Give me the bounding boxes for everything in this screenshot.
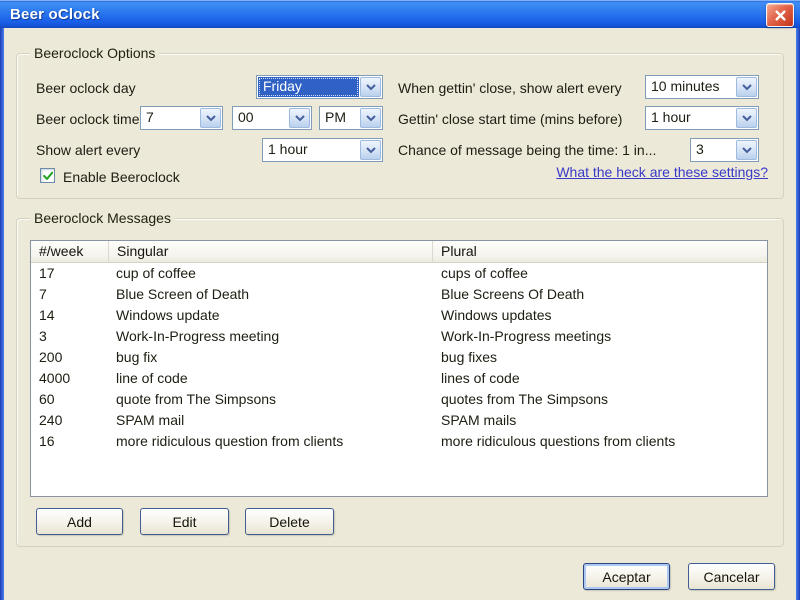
close-button[interactable] — [766, 3, 794, 27]
chevron-down-icon — [741, 83, 752, 90]
cell-singular: quote from The Simpsons — [116, 391, 277, 407]
gettin-close-start-combo-button[interactable] — [736, 108, 757, 128]
enable-beeroclock-label[interactable]: Enable Beeroclock — [63, 169, 180, 185]
show-alert-value: 1 hour — [268, 141, 308, 157]
add-button[interactable]: Add — [36, 508, 123, 535]
cell-singular: more ridiculous question from clients — [116, 433, 344, 449]
time-ampm-combo[interactable]: PM — [319, 106, 383, 130]
gettin-close-start-combo[interactable]: 1 hour — [645, 106, 759, 130]
cell-plural: SPAM mails — [441, 412, 517, 428]
list-header: #/week Singular Plural — [31, 241, 767, 263]
time-ampm-combo-button[interactable] — [360, 108, 381, 128]
window-border-left — [0, 28, 4, 600]
table-row[interactable]: 4000 line of code lines of code — [31, 368, 767, 389]
cell-plural: Windows updates — [441, 307, 552, 323]
gettin-close-alert-combo[interactable]: 10 minutes — [645, 75, 759, 99]
edit-button[interactable]: Edit — [140, 508, 229, 535]
cell-plural: more ridiculous questions from clients — [441, 433, 676, 449]
time-ampm-value: PM — [325, 109, 346, 125]
cell-per-week: 240 — [39, 412, 63, 428]
cell-per-week: 200 — [39, 349, 63, 365]
time-minute-combo[interactable]: 00 — [232, 106, 312, 130]
chevron-down-icon — [205, 114, 216, 121]
gettin-close-alert-combo-button[interactable] — [736, 77, 757, 97]
time-minute-value: 00 — [238, 109, 254, 125]
time-hour-combo[interactable]: 7 — [140, 106, 223, 130]
table-row[interactable]: 14 Windows update Windows updates — [31, 305, 767, 326]
window-title: Beer oClock — [10, 5, 100, 23]
ok-button[interactable]: Aceptar — [583, 563, 670, 590]
cell-singular: cup of coffee — [116, 265, 196, 281]
cell-per-week: 7 — [39, 286, 47, 302]
table-row[interactable]: 200 bug fix bug fixes — [31, 347, 767, 368]
chance-value: 3 — [696, 141, 704, 157]
cell-plural: quotes from The Simpsons — [441, 391, 609, 407]
cell-singular: Blue Screen of Death — [116, 286, 250, 302]
window-border-right — [796, 28, 800, 600]
day-label: Beer oclock day — [36, 80, 136, 96]
chevron-down-icon — [365, 114, 376, 121]
messages-legend: Beeroclock Messages — [30, 210, 175, 226]
chance-combo[interactable]: 3 — [690, 138, 759, 162]
cell-per-week: 17 — [39, 265, 55, 281]
chevron-down-icon — [741, 146, 752, 153]
show-alert-label: Show alert every — [36, 142, 141, 158]
gettin-close-alert-value: 10 minutes — [651, 78, 720, 94]
titlebar[interactable]: Beer oClock — [0, 0, 800, 28]
checkmark-icon — [42, 171, 53, 180]
settings-help-link[interactable]: What the heck are these settings? — [556, 164, 768, 180]
cancel-button[interactable]: Cancelar — [688, 563, 775, 590]
column-header-per-week[interactable]: #/week — [31, 241, 109, 262]
cell-plural: bug fixes — [441, 349, 498, 365]
time-hour-value: 7 — [146, 109, 154, 125]
cell-per-week: 16 — [39, 433, 55, 449]
beer-oclock-window: Beer oClock Beeroclock Options Beer oclo… — [0, 0, 800, 600]
cell-singular: SPAM mail — [116, 412, 185, 428]
delete-button[interactable]: Delete — [245, 508, 334, 535]
time-hour-combo-button[interactable] — [200, 108, 221, 128]
cell-per-week: 4000 — [39, 370, 71, 386]
day-combo[interactable]: Friday — [256, 75, 383, 99]
table-row[interactable]: 240 SPAM mail SPAM mails — [31, 410, 767, 431]
cell-per-week: 3 — [39, 328, 47, 344]
cell-per-week: 60 — [39, 391, 55, 407]
show-alert-combo[interactable]: 1 hour — [262, 138, 383, 162]
gettin-close-alert-label: When gettin' close, show alert every — [398, 80, 622, 96]
column-header-singular[interactable]: Singular — [109, 241, 433, 262]
cell-singular: line of code — [116, 370, 188, 386]
table-row[interactable]: 16 more ridiculous question from clients m… — [31, 431, 767, 452]
close-icon — [774, 9, 786, 21]
day-combo-button[interactable] — [360, 77, 381, 97]
enable-beeroclock-checkbox[interactable] — [40, 168, 55, 183]
chevron-down-icon — [741, 114, 752, 121]
gettin-close-start-value: 1 hour — [651, 109, 691, 125]
options-legend: Beeroclock Options — [30, 45, 160, 61]
cell-singular: Work-In-Progress meeting — [116, 328, 280, 344]
table-row[interactable]: 7 Blue Screen of Death Blue Screens Of Dea… — [31, 284, 767, 305]
messages-list[interactable]: #/week Singular Plural 17 cup of coffee cu… — [30, 240, 768, 497]
cell-singular: bug fix — [116, 349, 158, 365]
cell-plural: Blue Screens Of Death — [441, 286, 585, 302]
cell-per-week: 14 — [39, 307, 55, 323]
cell-plural: Work-In-Progress meetings — [441, 328, 612, 344]
table-row[interactable]: 60 quote from The Simpsons quotes from The… — [31, 389, 767, 410]
chevron-down-icon — [294, 114, 305, 121]
chance-label: Chance of message being the time: 1 in..… — [398, 142, 657, 158]
cell-singular: Windows update — [116, 307, 220, 323]
chance-combo-button[interactable] — [736, 140, 757, 160]
table-row[interactable]: 17 cup of coffee cups of coffee — [31, 263, 767, 284]
day-combo-value: Friday — [258, 77, 359, 97]
show-alert-combo-button[interactable] — [360, 140, 381, 160]
chevron-down-icon — [365, 83, 376, 90]
list-body[interactable]: 17 cup of coffee cups of coffee 7 Blue Scree… — [31, 263, 767, 452]
time-label: Beer oclock time — [36, 111, 140, 127]
column-header-plural[interactable]: Plural — [433, 241, 767, 262]
cell-plural: cups of coffee — [441, 265, 528, 281]
cell-plural: lines of code — [441, 370, 520, 386]
gettin-close-start-label: Gettin' close start time (mins before) — [398, 111, 623, 127]
table-row[interactable]: 3 Work-In-Progress meeting Work-In-Progres… — [31, 326, 767, 347]
chevron-down-icon — [365, 146, 376, 153]
time-minute-combo-button[interactable] — [289, 108, 310, 128]
